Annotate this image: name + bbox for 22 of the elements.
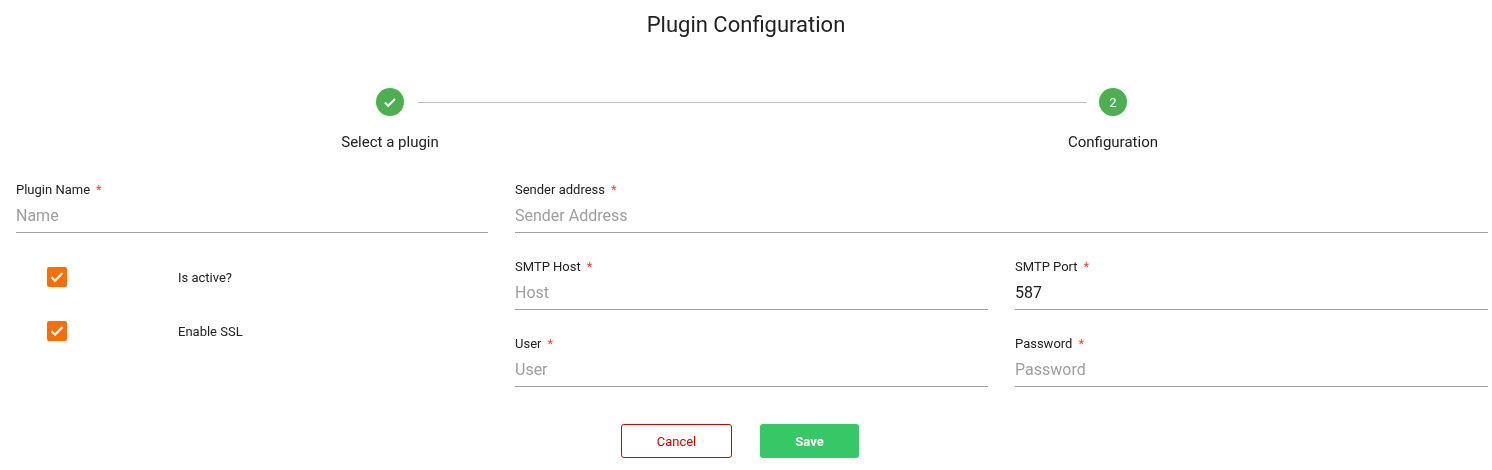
field-label: Password * (1015, 336, 1085, 352)
step-done-icon (376, 88, 404, 116)
field-label: Plugin Name * (16, 182, 102, 198)
step-label: Select a plugin (340, 132, 440, 152)
checkbox-label: Enable SSL (178, 323, 243, 339)
input-field[interactable]: Password (1015, 352, 1488, 387)
step-label: Configuration (1067, 132, 1159, 152)
field-label: SMTP Port * (1015, 259, 1090, 275)
input-field[interactable]: User (515, 352, 988, 387)
checkbox[interactable] (47, 321, 67, 341)
checkbox[interactable] (47, 267, 67, 287)
step-number: 2 (1099, 88, 1127, 116)
input-field[interactable]: Name (16, 198, 488, 233)
checkbox-label: Is active? (178, 269, 232, 285)
input-field[interactable]: Host (515, 275, 988, 310)
page-title: Plugin Configuration (645, 11, 847, 39)
cancel-button[interactable]: Cancel (621, 424, 732, 458)
field-label: SMTP Host * (515, 259, 593, 275)
input-field[interactable]: Sender Address (515, 198, 1488, 233)
input-field[interactable]: 587 (1015, 275, 1488, 310)
field-label: Sender address * (515, 182, 617, 198)
field-label: User * (515, 336, 554, 352)
